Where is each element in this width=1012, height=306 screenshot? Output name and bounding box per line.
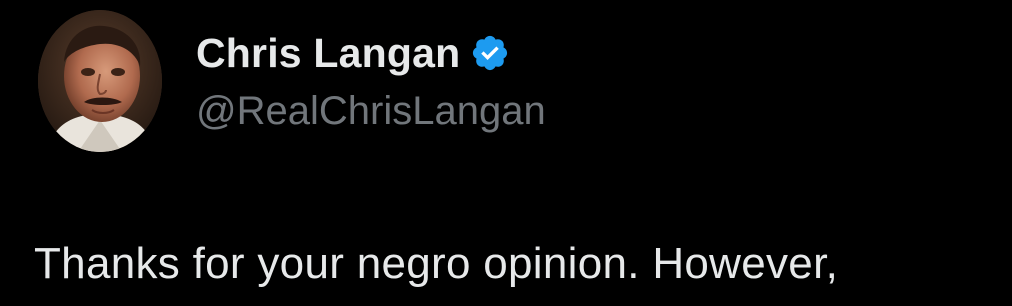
user-handle[interactable]: @RealChrisLangan (196, 88, 546, 134)
display-name[interactable]: Chris Langan (196, 26, 460, 80)
avatar[interactable] (38, 10, 162, 152)
name-row: Chris Langan (196, 26, 546, 80)
tweet-card: Chris Langan @RealChrisLangan Thanks for… (0, 0, 1012, 306)
verified-badge-icon (470, 33, 510, 73)
user-info: Chris Langan @RealChrisLangan (196, 26, 546, 134)
tweet-text: Thanks for your negro opinion. However, (34, 239, 839, 288)
profile-photo (38, 10, 162, 152)
